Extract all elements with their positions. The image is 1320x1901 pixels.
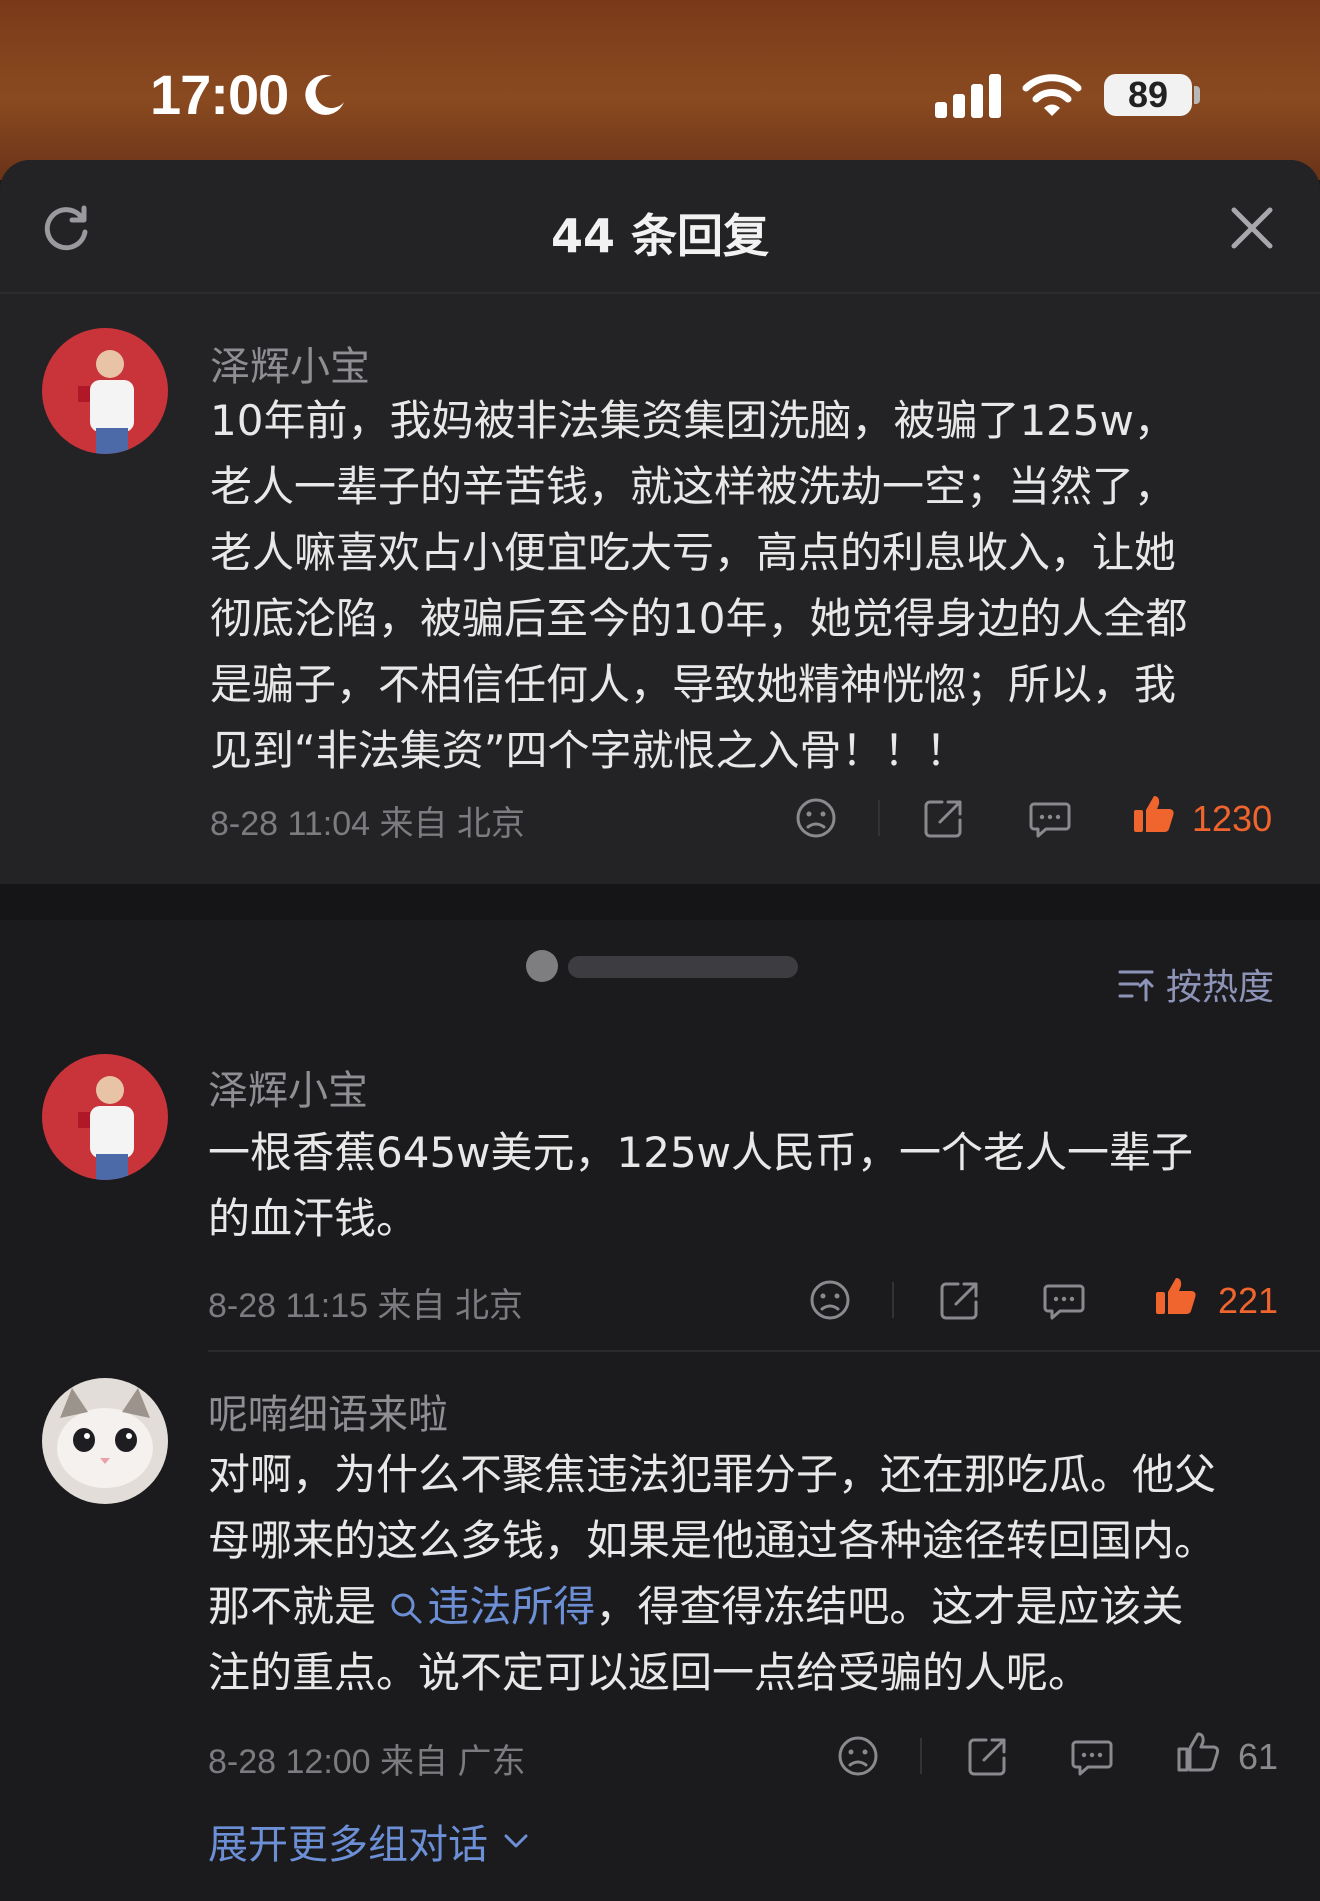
sort-button[interactable]: 按热度 xyxy=(1116,960,1274,1008)
signal-icon xyxy=(935,74,1001,118)
action-divider xyxy=(892,1282,894,1318)
action-divider xyxy=(878,800,880,836)
share-icon[interactable] xyxy=(922,796,966,840)
expand-more-button[interactable]: 展开更多组对话 xyxy=(208,1812,534,1870)
topic-link[interactable]: 违法所得 xyxy=(389,1582,595,1631)
battery-tip xyxy=(1194,86,1200,104)
like-count: 1230 xyxy=(1192,798,1273,839)
dislike-icon[interactable] xyxy=(836,1734,880,1778)
row-divider xyxy=(208,1350,1320,1352)
sheet-header: 44 条回复 xyxy=(0,160,1320,294)
avatar[interactable] xyxy=(42,1378,168,1504)
wifi-icon xyxy=(1022,74,1082,116)
share-icon[interactable] xyxy=(966,1734,1010,1778)
comment-meta: 8-28 11:04 来自 北京 xyxy=(210,805,525,843)
topic-link-label: 违法所得 xyxy=(427,1582,596,1631)
avatar[interactable] xyxy=(42,328,168,454)
sheet-title: 44 条回复 xyxy=(550,209,770,263)
comment-icon[interactable] xyxy=(1028,796,1072,840)
root-comment: 泽辉小宝 10年前，我妈被非法集资集团洗脑，被骗了125w， 老人一辈子的辛苦钱… xyxy=(0,294,1320,884)
reply-text: 一根香蕉645w美元，125w人民币，一个老人一辈子 的血汗钱。 xyxy=(208,1128,1194,1243)
watermark xyxy=(526,950,798,982)
username[interactable]: 泽辉小宝 xyxy=(210,334,370,392)
dislike-icon[interactable] xyxy=(794,796,838,840)
search-icon xyxy=(391,1593,422,1624)
like-count: 61 xyxy=(1238,1736,1279,1777)
comment-icon[interactable] xyxy=(1042,1278,1086,1322)
replies-sheet: 44 条回复 泽辉小宝 10年前，我妈被非法集资集团洗脑，被骗了125w， 老人… xyxy=(0,160,1320,1901)
moon-icon xyxy=(305,74,344,115)
dislike-icon[interactable] xyxy=(808,1278,852,1322)
comment-icon[interactable] xyxy=(1070,1734,1114,1778)
sort-label: 按热度 xyxy=(1166,967,1275,1008)
like-count: 221 xyxy=(1218,1280,1279,1321)
chevron-down-icon xyxy=(504,1834,528,1848)
reply-text: 对啊，为什么不聚焦违法犯罪分子，还在那吃瓜。他父 母哪来的这么多钱，如果是他通过… xyxy=(208,1442,1298,1706)
reply-meta: 8-28 12:00 来自 广东 xyxy=(208,1743,526,1781)
section-gap xyxy=(0,884,1320,920)
close-icon[interactable] xyxy=(1228,204,1276,252)
username[interactable]: 泽辉小宝 xyxy=(208,1058,368,1116)
avatar-photo xyxy=(42,1054,168,1180)
status-time: 17:00 xyxy=(150,63,289,126)
status-bar: 17:00 89 xyxy=(0,0,1320,180)
action-divider xyxy=(920,1738,922,1774)
avatar[interactable] xyxy=(42,1054,168,1180)
share-icon[interactable] xyxy=(938,1278,982,1322)
battery-level: 89 xyxy=(1104,74,1192,116)
username[interactable]: 呢喃细语来啦 xyxy=(208,1382,448,1440)
avatar-photo xyxy=(42,1378,168,1504)
like-icon[interactable] xyxy=(1176,1730,1220,1774)
like-icon[interactable] xyxy=(1154,1274,1198,1318)
like-icon[interactable] xyxy=(1132,792,1176,836)
comment-text: 10年前，我妈被非法集资集团洗脑，被骗了125w， 老人一辈子的辛苦钱，就这样被… xyxy=(210,396,1188,775)
avatar-photo xyxy=(42,328,168,454)
sort-icon xyxy=(1118,970,1154,1002)
reply-meta: 8-28 11:15 来自 北京 xyxy=(208,1287,523,1325)
expand-label: 展开更多组对话 xyxy=(208,1822,488,1868)
